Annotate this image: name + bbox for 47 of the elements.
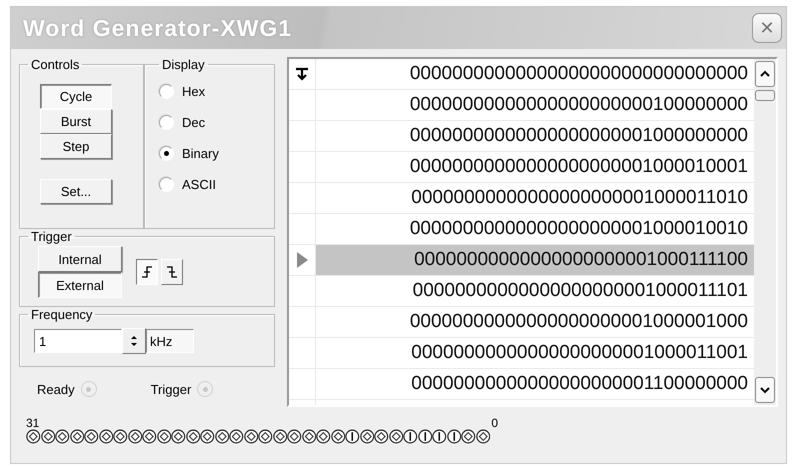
group-label: Frequency — [30, 307, 94, 322]
unit-field[interactable]: kHz — [146, 329, 194, 353]
indicator-label: Trigger — [150, 382, 192, 396]
binary-word-cell[interactable]: 00000000000000000000000100000000 — [316, 90, 754, 120]
frequency-field[interactable]: 1 — [34, 329, 122, 353]
scroll-thumb[interactable] — [755, 90, 775, 101]
spin-button[interactable] — [122, 328, 146, 354]
display-radio[interactable]: Binary — [159, 138, 266, 169]
binary-word-cell[interactable]: 00000000000000000000001000001000 — [316, 307, 754, 337]
set-button[interactable]: Set... — [40, 179, 112, 204]
display-radio[interactable]: Hex — [159, 76, 266, 107]
binary-word-cell[interactable]: 00000000000000000000001000011101 — [316, 276, 754, 306]
bit-index-label: 31 — [26, 417, 40, 429]
binary-word-cell[interactable]: 00000000000000000000001000111100 — [316, 245, 754, 275]
scroll-down-button[interactable] — [755, 377, 775, 403]
close-button[interactable]: ✕ — [752, 13, 782, 43]
display-radio[interactable]: Dec — [159, 107, 266, 138]
group-label: Display — [161, 57, 206, 72]
scrollbar[interactable] — [754, 59, 776, 405]
scroll-up-button[interactable] — [755, 61, 775, 87]
mode-button[interactable]: Burst — [40, 109, 112, 134]
initial-position-icon — [295, 67, 309, 81]
current-row-arrow-icon — [295, 251, 309, 269]
binary-word-cell[interactable]: 00000000000000000000001000010010 — [316, 214, 754, 244]
indicator-label: Ready — [37, 382, 75, 396]
binary-word-cell[interactable]: 00000000000000000000001000010001 — [316, 152, 754, 182]
rising-edge-icon — [141, 265, 153, 279]
binary-word-cell[interactable]: 00000000000000000000001100000000 — [316, 369, 754, 399]
radio-icon[interactable] — [159, 115, 174, 130]
radio-icon[interactable] — [159, 146, 174, 161]
bit-index-label: 0 — [491, 417, 498, 429]
group-label: Controls — [30, 57, 80, 72]
display-radio[interactable]: ASCII — [159, 169, 266, 200]
binary-word-cell[interactable]: 00000000000000000000001000011001 — [316, 338, 754, 368]
binary-word-cell[interactable]: 00000000000000000000000000000000 — [316, 59, 754, 89]
radio-icon[interactable] — [159, 84, 174, 99]
binary-word-cell[interactable]: 00000000000000000000001000000000 — [316, 121, 754, 151]
mode-button[interactable]: Step — [40, 134, 112, 159]
binary-word-cell[interactable]: 00000000000000000000001000011010 — [316, 183, 754, 213]
trigger-source-button[interactable]: External — [38, 272, 122, 298]
mode-button[interactable]: Cycle — [40, 84, 112, 109]
rising-edge-button[interactable] — [136, 259, 158, 285]
group-label: Trigger — [30, 229, 73, 244]
trigger-source-button[interactable]: Internal — [38, 246, 122, 272]
falling-edge-button[interactable] — [161, 259, 183, 285]
radio-icon[interactable] — [159, 177, 174, 192]
falling-edge-icon — [166, 265, 178, 279]
